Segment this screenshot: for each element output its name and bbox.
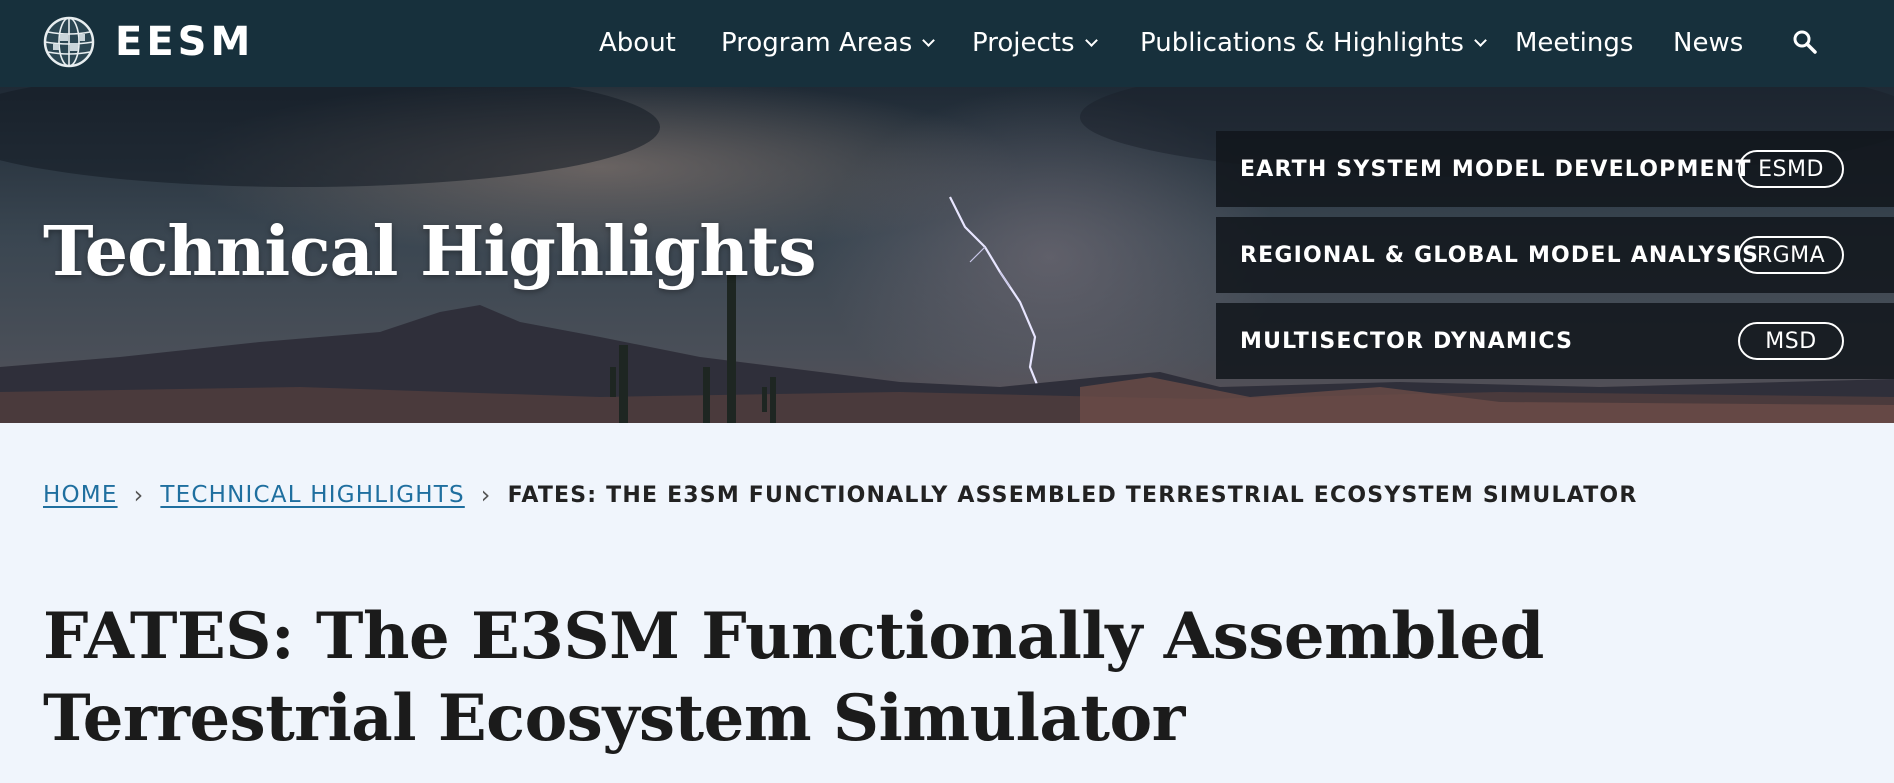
- breadcrumb-home-link[interactable]: HOME: [43, 482, 118, 508]
- site-logo[interactable]: EESM: [43, 16, 254, 68]
- breadcrumb-technical-highlights-link[interactable]: TECHNICAL HIGHLIGHTS: [160, 482, 464, 508]
- chevron-down-icon: [922, 33, 936, 47]
- nav-publications-highlights[interactable]: Publications & Highlights: [1140, 27, 1487, 59]
- hero-banner: Technical Highlights EARTH SYSTEM MODEL …: [0, 87, 1894, 423]
- breadcrumb-current-page: FATES: THE E3SM FUNCTIONALLY ASSEMBLED T…: [507, 482, 1638, 508]
- page-title: FATES: The E3SM Functionally Assembled T…: [43, 599, 1544, 756]
- nav-meetings[interactable]: Meetings: [1515, 27, 1633, 59]
- program-badge: RGMA: [1738, 236, 1844, 274]
- nav-news[interactable]: News: [1673, 27, 1743, 59]
- program-name: MULTISECTOR DYNAMICS: [1240, 328, 1574, 354]
- chevron-right-icon: ›: [480, 481, 492, 509]
- program-badge: MSD: [1738, 322, 1844, 360]
- chevron-down-icon: [1084, 33, 1098, 47]
- nav-about[interactable]: About: [599, 27, 676, 59]
- nav-program-areas-label: Program Areas: [721, 28, 913, 58]
- search-icon: [1793, 30, 1817, 54]
- nav-projects[interactable]: Projects: [972, 27, 1098, 59]
- top-nav-bar: EESM About Program Areas Projects Public…: [0, 0, 1894, 87]
- program-card-esmd[interactable]: EARTH SYSTEM MODEL DEVELOPMENT ESMD: [1216, 131, 1894, 207]
- program-name: EARTH SYSTEM MODEL DEVELOPMENT: [1240, 156, 1752, 182]
- nav-meetings-label: Meetings: [1515, 28, 1634, 58]
- hero-title: Technical Highlights: [43, 212, 817, 292]
- site-logo-text: EESM: [115, 19, 255, 65]
- globe-logo-icon: [43, 16, 95, 68]
- program-name: REGIONAL & GLOBAL MODEL ANALYSIS: [1240, 242, 1760, 268]
- breadcrumb: HOME › TECHNICAL HIGHLIGHTS › FATES: THE…: [43, 480, 1637, 510]
- program-card-msd[interactable]: MULTISECTOR DYNAMICS MSD: [1216, 303, 1894, 379]
- chevron-right-icon: ›: [133, 481, 145, 509]
- nav-about-label: About: [599, 28, 676, 58]
- nav-publications-highlights-label: Publications & Highlights: [1140, 28, 1464, 58]
- nav-program-areas[interactable]: Program Areas: [721, 27, 936, 59]
- nav-projects-label: Projects: [972, 28, 1075, 58]
- program-badge: ESMD: [1738, 150, 1844, 188]
- program-card-rgma[interactable]: REGIONAL & GLOBAL MODEL ANALYSIS RGMA: [1216, 217, 1894, 293]
- nav-news-label: News: [1673, 28, 1744, 58]
- chevron-down-icon: [1474, 33, 1487, 47]
- search-button[interactable]: [1791, 28, 1819, 56]
